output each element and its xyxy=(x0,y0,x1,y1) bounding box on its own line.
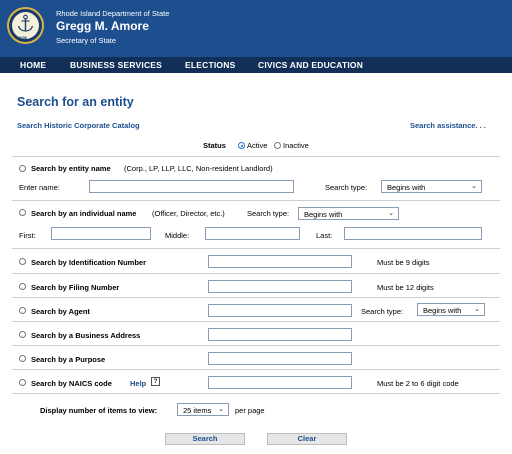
id-number-note: Must be 9 digits xyxy=(377,258,430,267)
chevron-down-icon: ⌄ xyxy=(474,306,480,313)
first-name-input[interactable] xyxy=(51,227,151,240)
divider xyxy=(12,248,500,249)
entity-search-type-select[interactable]: Begins with ⌄ xyxy=(381,180,482,193)
search-assistance-link[interactable]: Search assistance. . . xyxy=(410,121,486,130)
search-button[interactable]: Search xyxy=(165,433,245,445)
naics-label: Search by NAICS code xyxy=(31,379,112,388)
individual-search-type-label: Search type: xyxy=(247,209,290,218)
chevron-down-icon: ⌄ xyxy=(388,210,394,217)
business-address-radio[interactable] xyxy=(19,331,26,338)
official-title: Secretary of State xyxy=(56,36,117,45)
filing-number-input[interactable] xyxy=(208,280,352,293)
agent-input[interactable] xyxy=(208,304,352,317)
seal-year: 1636 xyxy=(18,35,27,40)
department-name: Rhode Island Department of State xyxy=(56,9,170,18)
filing-number-radio[interactable] xyxy=(19,283,26,290)
entity-search-type-value: Begins with xyxy=(387,183,426,192)
anchor-icon xyxy=(17,14,34,32)
divider xyxy=(12,297,500,298)
nav-item-business-services[interactable]: BUSINESS SERVICES xyxy=(70,60,162,70)
entity-search-type-label: Search type: xyxy=(325,183,368,192)
first-name-label: First: xyxy=(19,231,36,240)
naics-input[interactable] xyxy=(208,376,352,389)
divider xyxy=(12,369,500,370)
last-name-input[interactable] xyxy=(344,227,482,240)
naics-radio[interactable] xyxy=(19,379,26,386)
divider xyxy=(12,393,500,394)
status-label: Status xyxy=(203,141,226,150)
agent-search-type-value: Begins with xyxy=(423,306,462,315)
purpose-input[interactable] xyxy=(208,352,352,365)
nav-item-home[interactable]: HOME xyxy=(20,60,46,70)
middle-name-label: Middle: xyxy=(165,231,190,240)
entity-name-label: Search by entity name xyxy=(31,164,111,173)
entity-name-hint: (Corp., LP, LLP, LLC, Non-resident Landl… xyxy=(124,164,273,173)
id-number-label: Search by Identification Number xyxy=(31,258,147,267)
individual-search-type-value: Begins with xyxy=(304,210,343,219)
agent-search-type-label: Search type: xyxy=(361,307,404,316)
status-active-label: Active xyxy=(247,141,268,150)
business-address-label: Search by a Business Address xyxy=(31,331,141,340)
filing-number-note: Must be 12 digits xyxy=(377,283,434,292)
naics-note: Must be 2 to 6 digit code xyxy=(377,379,459,388)
id-number-radio[interactable] xyxy=(19,258,26,265)
chevron-down-icon: ⌄ xyxy=(218,406,224,413)
naics-help-link[interactable]: Help xyxy=(130,379,146,388)
items-per-page-value: 25 items xyxy=(183,406,212,415)
status-inactive-radio[interactable] xyxy=(274,142,281,149)
nav-item-civics-education[interactable]: CIVICS AND EDUCATION xyxy=(258,60,363,70)
page-title: Search for an entity xyxy=(17,95,134,109)
middle-name-input[interactable] xyxy=(205,227,300,240)
divider xyxy=(12,321,500,322)
business-address-input[interactable] xyxy=(208,328,352,341)
individual-name-radio[interactable] xyxy=(19,209,26,216)
official-name: Gregg M. Amore xyxy=(56,19,149,33)
main-nav: HOME BUSINESS SERVICES ELECTIONS CIVICS … xyxy=(0,57,512,73)
enter-name-label: Enter name: xyxy=(19,183,60,192)
nav-item-elections[interactable]: ELECTIONS xyxy=(185,60,235,70)
divider xyxy=(12,200,500,201)
purpose-label: Search by a Purpose xyxy=(31,355,106,364)
historic-catalog-link[interactable]: Search Historic Corporate Catalog xyxy=(17,121,140,130)
status-active-radio[interactable] xyxy=(238,142,245,149)
divider xyxy=(12,345,500,346)
divider xyxy=(12,156,500,157)
agent-radio[interactable] xyxy=(19,307,26,314)
id-number-input[interactable] xyxy=(208,255,352,268)
individual-name-hint: (Officer, Director, etc.) xyxy=(152,209,225,218)
items-per-page-select[interactable]: 25 items ⌄ xyxy=(177,403,229,416)
divider xyxy=(12,273,500,274)
display-items-label: Display number of items to view: xyxy=(40,406,158,415)
agent-label: Search by Agent xyxy=(31,307,90,316)
agent-search-type-select[interactable]: Begins with ⌄ xyxy=(417,303,485,316)
state-seal-logo[interactable]: 1636 xyxy=(7,7,44,44)
clear-button[interactable]: Clear xyxy=(267,433,347,445)
per-page-label: per page xyxy=(235,406,265,415)
entity-name-radio[interactable] xyxy=(19,165,26,172)
status-inactive-label: Inactive xyxy=(283,141,309,150)
help-icon[interactable]: ? xyxy=(151,377,160,386)
last-name-label: Last: xyxy=(316,231,333,240)
filing-number-label: Search by Filing Number xyxy=(31,283,120,292)
chevron-down-icon: ⌄ xyxy=(471,183,477,190)
individual-name-label: Search by an individual name xyxy=(31,209,137,218)
purpose-radio[interactable] xyxy=(19,355,26,362)
entity-name-input[interactable] xyxy=(89,180,294,193)
individual-search-type-select[interactable]: Begins with ⌄ xyxy=(298,207,399,220)
header-banner: 1636 Rhode Island Department of State Gr… xyxy=(0,0,512,57)
